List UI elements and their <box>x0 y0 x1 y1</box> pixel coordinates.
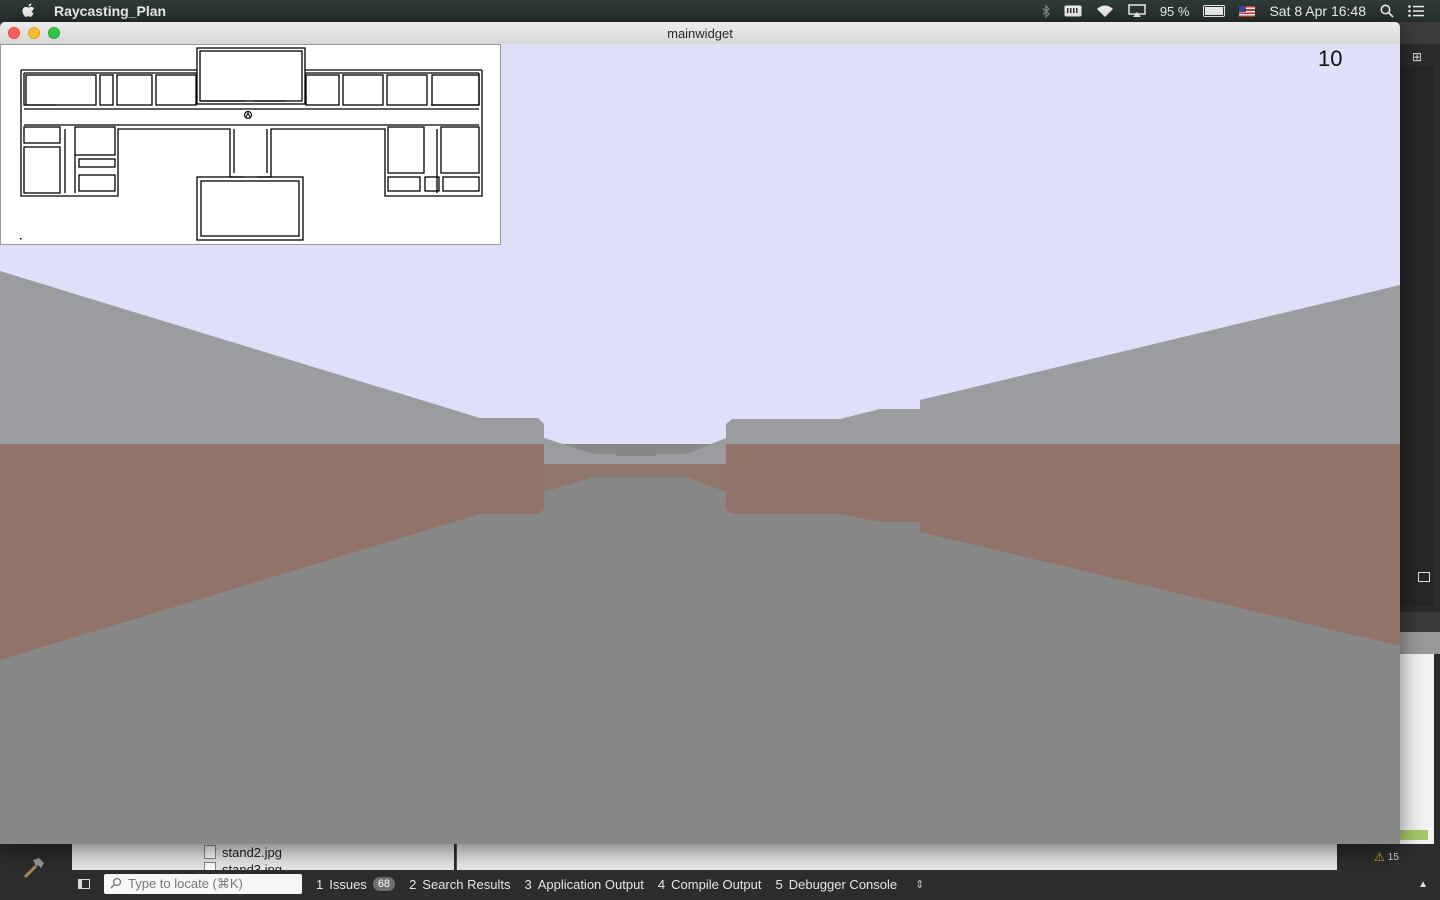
list-item[interactable]: stand3.jpg <box>204 861 282 870</box>
ide-scroll-area[interactable] <box>1400 632 1440 654</box>
tab-label: Application Output <box>537 876 644 892</box>
floor-plan <box>20 47 483 241</box>
tab-application-output[interactable]: 3 Application Output <box>524 877 643 892</box>
us-flag-icon[interactable] <box>1239 5 1256 17</box>
warning-indicator[interactable]: ⚠ 15 <box>1374 850 1399 864</box>
battery-icon[interactable] <box>1203 5 1226 17</box>
fps-counter: 10 <box>1318 46 1343 71</box>
ide-right-panel: ⊞ <box>1400 44 1440 854</box>
window-titlebar[interactable]: mainwidget <box>0 22 1400 45</box>
tab-issues[interactable]: 1 Issues 68 <box>316 876 396 892</box>
warning-icon: ⚠ <box>1374 850 1385 864</box>
more-tabs-icon[interactable]: ⇕ <box>915 878 924 891</box>
ide-panel-header <box>1400 612 1440 632</box>
warning-count: 15 <box>1387 851 1399 863</box>
tab-number: 4 <box>657 876 666 892</box>
center-far-wall-lower <box>616 464 656 477</box>
bluetooth-icon[interactable] <box>1042 4 1050 18</box>
tab-label: Issues <box>329 876 367 892</box>
file-name: stand2.jpg <box>222 844 282 860</box>
spotlight-search-icon[interactable] <box>1380 4 1394 18</box>
toggle-sidebar-icon[interactable] <box>72 874 96 894</box>
editor-strip <box>456 844 1337 870</box>
window-title: mainwidget <box>667 25 733 41</box>
tab-search-results[interactable]: 2 Search Results <box>409 877 510 892</box>
tab-compile-output[interactable]: 4 Compile Output <box>658 877 762 892</box>
locate-placeholder: Type to locate (⌘K) <box>128 876 243 891</box>
build-hammer-icon[interactable] <box>20 854 48 882</box>
app-window: mainwidget 10 <box>0 22 1400 844</box>
ide-bottom-area: stand2.jpg stand3.jpg ⚠ 15 Type to locat… <box>0 844 1440 900</box>
menu-bar: Raycasting_Plan 95 % Sat 8 Apr 16:48 <box>0 0 1440 22</box>
keyboard-icon[interactable] <box>1064 5 1082 17</box>
apple-icon[interactable] <box>20 3 36 19</box>
status-area: 95 % Sat 8 Apr 16:48 <box>1042 3 1424 19</box>
issues-count-badge: 68 <box>372 877 396 891</box>
output-pane-bar: Type to locate (⌘K) 1 Issues 68 2 Search… <box>72 872 1440 896</box>
tab-label: Compile Output <box>671 876 762 892</box>
tab-number: 1 <box>316 876 324 892</box>
split-editor-icon[interactable]: ⊞ <box>1412 50 1422 64</box>
tab-number: 5 <box>775 876 783 892</box>
right-mid-wall-lower <box>726 444 920 522</box>
build-progress-bar <box>1400 830 1428 840</box>
tab-label: Search Results <box>422 876 511 892</box>
search-icon <box>110 877 122 892</box>
ide-editor-area <box>1400 66 1434 606</box>
ide-output-area <box>1400 654 1434 854</box>
tab-number: 3 <box>524 876 532 892</box>
app-name-menu[interactable]: Raycasting_Plan <box>54 3 166 19</box>
collapse-icon[interactable] <box>1418 572 1430 582</box>
notification-center-icon[interactable] <box>1408 5 1424 17</box>
tab-label: Debugger Console <box>788 876 898 892</box>
file-icon <box>204 845 216 859</box>
wifi-icon[interactable] <box>1096 5 1114 18</box>
tab-debugger-console[interactable]: 5 Debugger Console <box>775 877 897 892</box>
project-file-list: stand2.jpg stand3.jpg <box>72 844 454 870</box>
minimize-button[interactable] <box>28 27 40 39</box>
locate-input[interactable]: Type to locate (⌘K) <box>104 874 302 894</box>
tab-number: 2 <box>409 876 417 892</box>
airplay-icon[interactable] <box>1128 4 1146 18</box>
file-name: stand3.jpg <box>222 861 282 871</box>
close-button[interactable] <box>8 27 20 39</box>
list-item[interactable]: stand2.jpg <box>204 844 282 860</box>
clock[interactable]: Sat 8 Apr 16:48 <box>1269 3 1366 19</box>
zoom-button[interactable] <box>48 27 60 39</box>
maximize-output-icon[interactable]: ▲ <box>1418 879 1428 890</box>
file-icon <box>204 862 216 870</box>
battery-percent: 95 % <box>1159 3 1190 19</box>
floor-plan-minimap <box>0 44 501 245</box>
